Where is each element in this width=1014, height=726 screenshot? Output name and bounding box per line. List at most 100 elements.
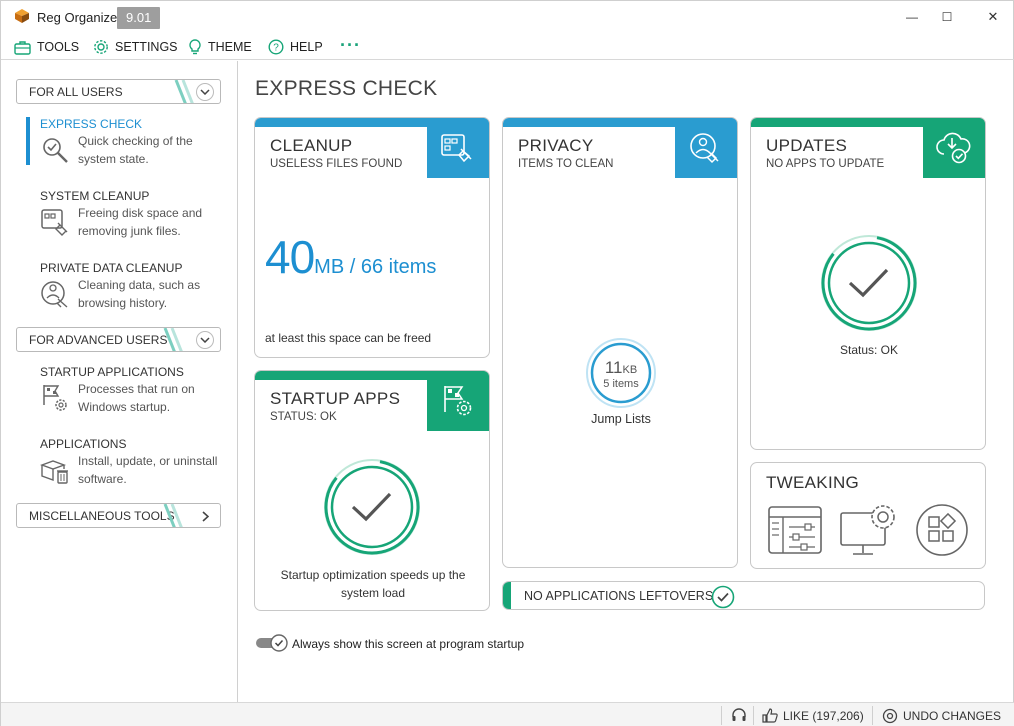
metric-value: 40 (265, 231, 315, 283)
group-miscellaneous-tools[interactable]: MISCELLANEOUS TOOLS (16, 503, 221, 528)
minimize-icon: — (906, 10, 918, 24)
group-for-advanced-users[interactable]: FOR ADVANCED USERS (16, 327, 221, 352)
more-menu-button[interactable]: ··· (340, 35, 361, 56)
show-at-startup-toggle[interactable] (255, 634, 289, 652)
magnifier-check-icon (43, 138, 68, 163)
menu-settings[interactable]: SETTINGS (93, 37, 178, 57)
sidebar-item-desc: Processes that run on Windows startup. (78, 382, 195, 414)
startup-footer: Startup optimization speeds up the syste… (280, 568, 466, 600)
sidebar-item-title: EXPRESS CHECK (40, 117, 143, 131)
ring-unit: KB (622, 364, 638, 376)
undo-icon (882, 708, 898, 724)
metric-unit: MB / 66 items (314, 256, 437, 278)
close-button[interactable]: ✕ (978, 5, 1008, 29)
check-icon (848, 268, 889, 298)
group-label: FOR ALL USERS (29, 85, 123, 99)
updates-card[interactable]: UPDATES NO APPS TO UPDATE Status: OK (750, 117, 986, 450)
page-title: EXPRESS CHECK (255, 77, 438, 100)
card-title: TWEAKING (766, 473, 860, 492)
chevron-down-icon (196, 83, 214, 101)
startup-ok-ring (324, 459, 420, 555)
headset-icon[interactable] (731, 707, 747, 723)
sidebar-item-title: PRIVATE DATA CLEANUP (40, 261, 183, 275)
svg-text:?: ? (273, 43, 279, 54)
cleanup-size-metric: 40MB / 66 items (265, 230, 436, 284)
app-window: Reg Organizer 9.01 — ☐ ✕ TOOLS SETTINGS … (0, 0, 1014, 726)
app-logo-icon (15, 9, 29, 23)
menu-settings-label: SETTINGS (115, 40, 178, 54)
menu-help-label: HELP (290, 40, 323, 54)
leftovers-label: NO APPLICATIONS LEFTOVERS (524, 589, 714, 603)
sidebar-item-desc: Quick checking of the system state. (78, 134, 193, 166)
title-bar: Reg Organizer 9.01 — ☐ ✕ (1, 1, 1014, 33)
card-title: PRIVACY (518, 136, 594, 155)
like-button[interactable]: LIKE (197,206) (762, 708, 864, 723)
card-title: CLEANUP (270, 136, 353, 155)
apps-grid-icon[interactable] (915, 503, 969, 557)
maximize-icon: ☐ (941, 10, 953, 24)
no-leftovers-bar[interactable]: NO APPLICATIONS LEFTOVERS (502, 581, 985, 610)
stripes-decoration (163, 504, 183, 527)
menu-help[interactable]: ? HELP (268, 37, 323, 57)
chevron-down-icon (196, 331, 214, 349)
chevron-right-icon (196, 507, 214, 525)
settings-panel-icon[interactable] (767, 505, 823, 555)
updates-icon-tab (921, 118, 985, 178)
privacy-card[interactable]: PRIVACY ITEMS TO CLEAN 11KB 5 items Jump… (502, 117, 738, 568)
card-subtitle: NO APPS TO UPDATE (766, 158, 885, 170)
version-badge: 9.01 (117, 7, 161, 29)
toolbox-icon (14, 40, 31, 55)
monitor-gear-icon[interactable] (839, 501, 899, 557)
startup-flag-gear-icon (444, 386, 472, 416)
gear-icon (94, 40, 108, 54)
startup-flag-gear-icon (43, 385, 67, 411)
separator (753, 706, 754, 725)
menu-tools[interactable]: TOOLS (14, 37, 79, 57)
sidebar-item-desc: Cleaning data, such as browsing history. (78, 278, 201, 310)
sidebar-item-title: APPLICATIONS (40, 437, 127, 451)
undo-label: UNDO CHANGES (903, 709, 1002, 723)
active-indicator (26, 117, 30, 165)
sidebar: FOR ALL USERS EXPRESS CHECK Quick checki… (1, 61, 238, 702)
cleanup-card[interactable]: CLEANUP USELESS FILES FOUND 40MB / 66 it… (254, 117, 490, 358)
ring-value: 11KB (585, 358, 657, 378)
sidebar-item-desc: Freeing disk space and removing junk fil… (78, 206, 203, 238)
minimize-button[interactable]: — (897, 5, 927, 29)
card-footer: at least this space can be freed (265, 331, 432, 345)
updates-status: Status: OK (839, 343, 899, 357)
bulb-icon (189, 39, 201, 55)
card-title: STARTUP APPS (270, 389, 401, 408)
sidebar-item-desc: Install, update, or uninstall software. (78, 454, 218, 486)
help-icon: ? (268, 39, 284, 55)
stripes-decoration (163, 328, 183, 351)
cloud-download-check-icon (936, 132, 971, 164)
thumbs-up-icon (762, 708, 778, 723)
box-trash-icon (40, 460, 68, 484)
menu-theme-label: THEME (208, 40, 252, 54)
menu-bar: TOOLS SETTINGS THEME ? HELP ··· (1, 33, 1014, 60)
menu-theme[interactable]: THEME (188, 37, 252, 57)
updates-ok-ring (821, 235, 917, 331)
tweaking-card[interactable]: TWEAKING (750, 462, 986, 569)
menu-tools-label: TOOLS (37, 40, 80, 54)
separator (721, 706, 722, 725)
card-title: UPDATES (766, 136, 848, 155)
startup-apps-card[interactable]: STARTUP APPS STATUS: OK Startup optimiza… (254, 370, 490, 611)
status-bar: LIKE (197,206) UNDO CHANGES (1, 702, 1014, 726)
broom-window-icon (41, 209, 68, 236)
broom-window-icon (441, 134, 472, 163)
show-at-startup-label: Always show this screen at program start… (292, 637, 525, 651)
sidebar-item-title: STARTUP APPLICATIONS (40, 365, 184, 379)
startup-icon-tab (425, 371, 489, 431)
sidebar-item-title: SYSTEM CLEANUP (40, 189, 150, 203)
separator (872, 706, 873, 725)
card-subtitle: STATUS: OK (270, 411, 337, 423)
undo-changes-button[interactable]: UNDO CHANGES (882, 708, 1001, 724)
ring-number: 11 (604, 358, 623, 377)
leftovers-accent (503, 582, 511, 609)
group-for-all-users[interactable]: FOR ALL USERS (16, 79, 221, 104)
jump-lists-label: Jump Lists (591, 412, 651, 426)
group-label: FOR ADVANCED USERS (29, 333, 168, 347)
maximize-button[interactable]: ☐ (932, 5, 962, 29)
card-subtitle: ITEMS TO CLEAN (518, 158, 614, 170)
